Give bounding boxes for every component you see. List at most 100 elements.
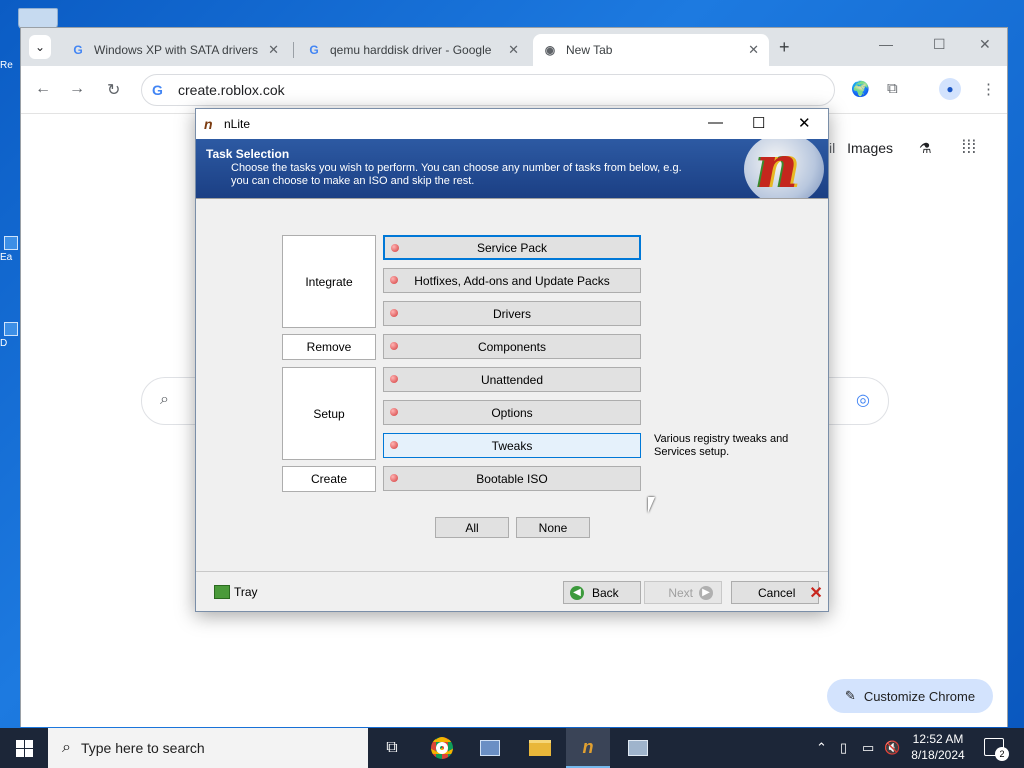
windows-logo-icon xyxy=(15,739,33,757)
notifications-icon[interactable]: 2 xyxy=(984,738,1009,761)
taskbar-chrome[interactable] xyxy=(420,728,464,768)
task-tweaks[interactable]: Tweaks xyxy=(383,433,641,458)
extensions-puzzle-icon[interactable]: ⧉ xyxy=(887,80,898,97)
close-icon: ✕ xyxy=(809,584,823,602)
task-label: Unattended xyxy=(480,372,544,387)
task-unattended[interactable]: Unattended xyxy=(383,367,641,392)
search-placeholder: Type here to search xyxy=(80,740,205,756)
task-bootable-iso[interactable]: Bootable ISO xyxy=(383,466,641,491)
banner-title: Task Selection xyxy=(206,147,290,161)
profile-avatar-icon[interactable]: ● xyxy=(939,78,961,100)
chevron-up-icon[interactable]: ⌃ xyxy=(816,740,827,756)
gmail-link[interactable]: il xyxy=(829,140,835,156)
task-components[interactable]: Components xyxy=(383,334,641,359)
tab-search-button[interactable]: ⌄ xyxy=(29,35,51,59)
close-icon: ✕ xyxy=(979,36,991,52)
app-icon xyxy=(4,322,18,336)
minimize-button[interactable]: — xyxy=(879,36,893,52)
start-button[interactable] xyxy=(0,728,48,768)
maximize-button[interactable]: ☐ xyxy=(752,114,765,132)
volume-muted-icon[interactable]: 🔇 xyxy=(884,740,900,756)
status-dot-icon xyxy=(390,309,398,317)
task-options[interactable]: Options xyxy=(383,400,641,425)
setup-button[interactable]: Setup xyxy=(282,367,376,460)
category-label: Remove xyxy=(306,340,352,354)
taskbar-nlite[interactable]: n xyxy=(566,728,610,768)
close-button[interactable]: ✕ xyxy=(798,114,811,132)
task-description: Various registry tweaks and Services set… xyxy=(654,433,789,458)
select-all-button[interactable]: All xyxy=(435,517,509,538)
app-icon xyxy=(4,236,18,250)
task-service-pack[interactable]: Service Pack xyxy=(383,235,641,260)
usb-device-icon[interactable]: ▯ xyxy=(840,740,847,756)
status-dot-icon xyxy=(390,441,398,449)
google-icon: G xyxy=(73,43,83,57)
task-drivers[interactable]: Drivers xyxy=(383,301,641,326)
desktop-shortcut-d[interactable]: D xyxy=(0,322,22,349)
close-icon[interactable]: ✕ xyxy=(268,42,279,58)
button-label: Next xyxy=(668,585,693,600)
google-icon: G xyxy=(309,43,319,57)
clock[interactable]: 12:52 AM 8/18/2024 xyxy=(905,731,971,763)
extension-globe-icon[interactable]: 🌍 xyxy=(851,80,870,98)
close-icon[interactable]: ✕ xyxy=(748,42,759,58)
task-label: Bootable ISO xyxy=(476,471,548,486)
close-icon[interactable]: ✕ xyxy=(508,42,519,58)
task-hotfixes[interactable]: Hotfixes, Add-ons and Update Packs xyxy=(383,268,641,293)
tab-qemu-harddisk[interactable]: G qemu harddisk driver - Google ✕ xyxy=(297,34,529,66)
maximize-button[interactable]: ☐ xyxy=(933,36,946,53)
taskbar-search[interactable]: ⌕ Type here to search xyxy=(48,728,368,768)
close-window-button[interactable]: ✕ xyxy=(979,36,991,53)
taskbar-computer[interactable] xyxy=(468,728,512,768)
menu-kebab-icon[interactable]: ⋮ xyxy=(981,80,996,98)
reload-icon: ↻ xyxy=(107,82,121,99)
task-label: Components xyxy=(477,339,547,354)
desktop-shortcut-ea[interactable]: Ea xyxy=(0,236,22,263)
minimize-button[interactable]: — xyxy=(708,114,723,131)
back-button[interactable]: ◀ Back xyxy=(563,581,641,604)
tab-title: Windows XP with SATA drivers xyxy=(94,43,259,57)
computer-icon xyxy=(480,740,500,756)
button-label: None xyxy=(538,520,568,535)
category-label: Setup xyxy=(313,406,345,421)
integrate-button[interactable]: Integrate xyxy=(282,235,376,328)
taskbar: ⌕ Type here to search ⧉ n ⌃ ▯ ▭ 🔇 12:52 A… xyxy=(0,728,1024,768)
desktop-shortcut-re[interactable]: Re xyxy=(0,60,22,71)
task-view-button[interactable]: ⧉ xyxy=(370,728,414,768)
google-lens-icon[interactable]: ◎ xyxy=(856,390,870,410)
forward-button[interactable]: → xyxy=(69,80,85,98)
reload-button[interactable]: ↻ xyxy=(107,80,120,100)
status-dot-icon xyxy=(390,474,398,482)
select-none-button[interactable]: None xyxy=(516,517,590,538)
button-label: All xyxy=(465,520,479,535)
nlite-logo-icon: n xyxy=(204,116,213,132)
customize-chrome-button[interactable]: ✎ Customize Chrome xyxy=(827,679,993,713)
labs-flask-icon[interactable]: ⚗ xyxy=(919,140,932,156)
notification-count-badge: 2 xyxy=(995,747,1009,761)
network-icon[interactable]: ▭ xyxy=(862,740,874,756)
taskbar-installer[interactable] xyxy=(616,728,660,768)
address-bar[interactable]: G create.roblox.cok xyxy=(141,74,835,106)
cancel-button[interactable]: Cancel ✕ xyxy=(731,581,823,604)
nlite-logo-icon: n xyxy=(582,736,594,757)
back-button[interactable]: ← xyxy=(35,80,51,98)
tab-new-tab[interactable]: ◉ New Tab ✕ xyxy=(533,34,769,66)
task-view-icon: ⧉ xyxy=(386,739,398,756)
remove-button[interactable]: Remove xyxy=(282,334,376,360)
divider xyxy=(196,198,828,199)
create-button[interactable]: Create xyxy=(282,466,376,492)
apps-grid-icon[interactable]: ⁞⁞⁞ xyxy=(961,137,976,157)
new-tab-button[interactable]: + xyxy=(779,37,790,58)
taskbar-file-explorer[interactable] xyxy=(518,728,562,768)
task-label: Hotfixes, Add-ons and Update Packs xyxy=(414,273,610,288)
tray-button[interactable]: Tray xyxy=(214,585,258,599)
chrome-icon: ◉ xyxy=(544,43,556,57)
next-button[interactable]: Next ▶ xyxy=(644,581,722,604)
dialog-titlebar: n nLite — ☐ ✕ xyxy=(196,109,828,139)
images-link[interactable]: Images xyxy=(847,140,893,156)
tab-windows-xp-sata[interactable]: G Windows XP with SATA drivers ✕ xyxy=(61,34,289,66)
category-label: Integrate xyxy=(305,274,353,289)
chevron-down-icon: ⌄ xyxy=(34,40,46,54)
arrow-left-icon: ◀ xyxy=(570,585,584,600)
installer-icon xyxy=(628,740,648,756)
